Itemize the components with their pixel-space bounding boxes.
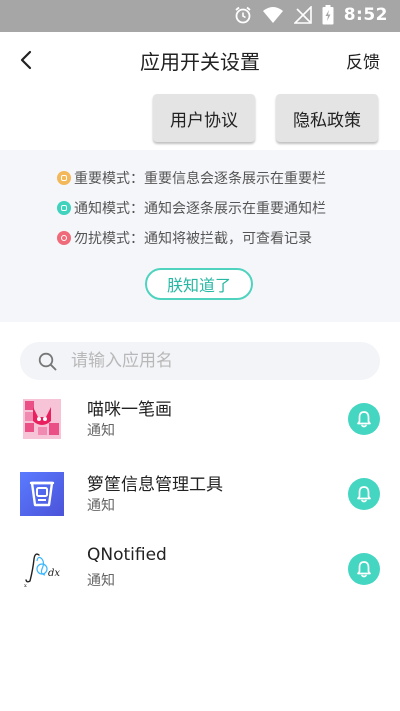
app-list-item[interactable]: 喵咪一笔画 通知 [0,386,400,452]
notify-mode-toggle[interactable] [348,553,380,585]
integral-app-icon: dx x [20,547,64,591]
search-icon [38,352,57,370]
svg-text:x: x [24,583,27,589]
notify-mode-line: 通知模式：通知会逐条展示在重要通知栏 [57,198,326,218]
bell-icon [357,486,371,503]
important-mode-text: 重要模式：重要信息会逐条展示在重要栏 [74,171,326,187]
notify-mode-text: 通知模式：通知会逐条展示在重要通知栏 [74,201,326,217]
battery-charging-icon [322,5,334,25]
privacy-policy-button[interactable]: 隐私政策 [276,94,378,142]
app-name: 喵咪一笔画 [87,400,172,420]
got-it-button[interactable]: 朕知道了 [145,268,253,300]
cat-drawing-app-icon [20,397,64,441]
page-title: 应用开关设置 [140,50,260,74]
important-mode-icon [57,171,71,185]
bell-icon [357,561,371,578]
notify-mode-toggle[interactable] [348,403,380,435]
basket-app-icon [20,472,64,516]
feedback-link[interactable]: 反馈 [346,48,380,73]
dnd-mode-icon [57,231,71,245]
status-bar: 8:52 [0,0,400,32]
app-list-item[interactable]: dx x QNotified 通知 [0,536,400,602]
user-agreement-button[interactable]: 用户协议 [153,94,255,142]
app-name: QNotified [87,545,167,565]
app-name: 箩筐信息管理工具 [87,475,223,495]
important-mode-line: 重要模式：重要信息会逐条展示在重要栏 [57,168,326,188]
app-mode-label: 通知 [87,423,115,439]
app-mode-label: 通知 [87,498,115,514]
bell-icon [357,411,371,428]
search-input[interactable] [69,350,353,372]
notify-mode-icon [57,201,71,215]
svg-text:dx: dx [48,568,60,579]
wifi-icon [262,7,283,23]
dnd-mode-text: 勿扰模式：通知将被拦截，可查看记录 [74,231,312,247]
app-list-item[interactable]: 箩筐信息管理工具 通知 [0,461,400,527]
title-bar: 应用开关设置 反馈 [0,32,400,88]
status-time: 8:52 [343,5,388,25]
search-box[interactable] [20,342,380,380]
dnd-mode-line: 勿扰模式：通知将被拦截，可查看记录 [57,228,312,248]
no-signal-icon [293,6,312,24]
alarm-icon [235,6,251,24]
notify-mode-toggle[interactable] [348,478,380,510]
app-mode-label: 通知 [87,573,115,589]
